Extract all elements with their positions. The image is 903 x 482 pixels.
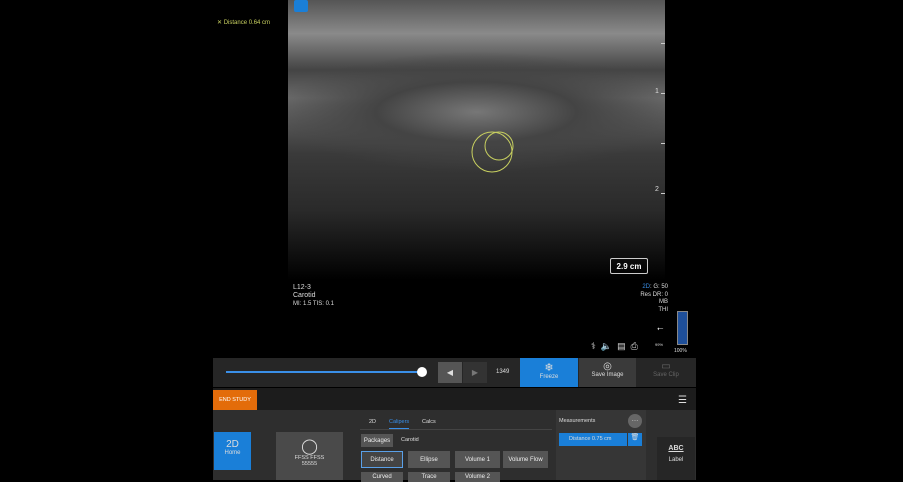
home-label: Home [214,450,251,456]
package-value: Carotid [401,437,419,443]
packages-button[interactable]: Packages [361,434,393,447]
tab-2d[interactable]: 2D [369,419,376,425]
caliper-circle [472,132,512,172]
tool-trace[interactable]: Trace [408,472,450,482]
label-text: Label [657,457,695,463]
patient-id: 55555 [276,461,343,467]
probe-label: L12-3 [293,284,334,292]
ultrasound-image[interactable] [288,0,665,280]
thi: THI [636,307,668,315]
video-icon: ▭ [637,361,695,372]
printer-icon: ⎙ [631,341,643,351]
save-image-label: Save Image [579,372,636,378]
mode-label: 2D [214,439,251,450]
end-study-button[interactable]: END STUDY [213,390,257,410]
camera-icon: ◎ [579,361,636,372]
preset-label: Carotid [293,292,334,300]
stethoscope-icon: ⚕ [591,341,601,351]
dicom-icon: ▤ [617,341,631,351]
measurements-title: Measurements [559,418,595,424]
save-clip-label: Save Clip [637,372,695,378]
patient-card[interactable]: ◯FFSS FFSS55555 [276,432,343,480]
step-forward-button[interactable]: ▶ [463,362,487,383]
tab-bar: 2D Calipers Calcs [360,417,552,430]
res-dr: Res DR: 0 [636,292,668,300]
app-logo-icon [294,0,308,12]
cine-slider[interactable] [226,371,421,373]
speaker-icon: 🔈 [601,341,617,351]
more-icon[interactable]: … [628,414,642,428]
tool-curved[interactable]: Curved [361,472,403,482]
caliper-overlay [288,0,665,280]
distance-readout: Distance 0.64 cm [224,20,270,26]
label-button[interactable]: ABC Label [657,437,695,480]
tool-volume-2[interactable]: Volume 2 [455,472,500,482]
tab-calipers[interactable]: Calipers [389,419,409,429]
menu-icon[interactable]: ☰ [678,395,687,406]
usb-icon: ⭠ [657,324,663,334]
depth-tick: 1 [655,88,659,95]
home-2d-button[interactable]: 2DHome [214,432,251,470]
tool-distance[interactable]: Distance [361,451,403,468]
mb: MB [636,299,668,307]
save-clip-button[interactable]: ▭Save Clip [637,358,695,387]
snowflake-icon: ❄ [520,361,578,374]
mi-tis: MI: 1.5 TIS: 0.1 [293,300,334,308]
depth-scale [661,43,665,243]
measurement-item[interactable]: Distance 0.75 cm [559,433,627,446]
save-image-button[interactable]: ◎Save Image [579,358,636,387]
gain: : G: 50 [650,284,668,290]
scale-box: 2.9 cm [610,258,648,274]
tab-calcs[interactable]: Calcs [422,419,436,425]
battery-icon [677,311,688,345]
tool-volume-1[interactable]: Volume 1 [455,451,500,468]
caliper-icon: ✕ [217,20,224,26]
battery-level: 100% [674,348,687,354]
trash-icon[interactable]: 🗑 [628,433,642,446]
tool-volume-flow[interactable]: Volume Flow [503,451,548,468]
step-back-button[interactable]: ◀ [438,362,462,383]
depth-tick: 2 [655,186,659,193]
freeze-label: Freeze [520,374,578,380]
cine-slider-handle[interactable] [417,367,427,377]
abc-icon: ABC [657,445,695,452]
tool-ellipse[interactable]: Ellipse [408,451,450,468]
battery-small-level: 99% [655,342,663,347]
mode-label: 2D [642,284,650,290]
frame-counter: 1349 [496,369,509,375]
user-icon: ◯ [276,437,343,455]
freeze-button[interactable]: ❄Freeze [520,358,578,387]
caliper-circle [485,132,513,160]
